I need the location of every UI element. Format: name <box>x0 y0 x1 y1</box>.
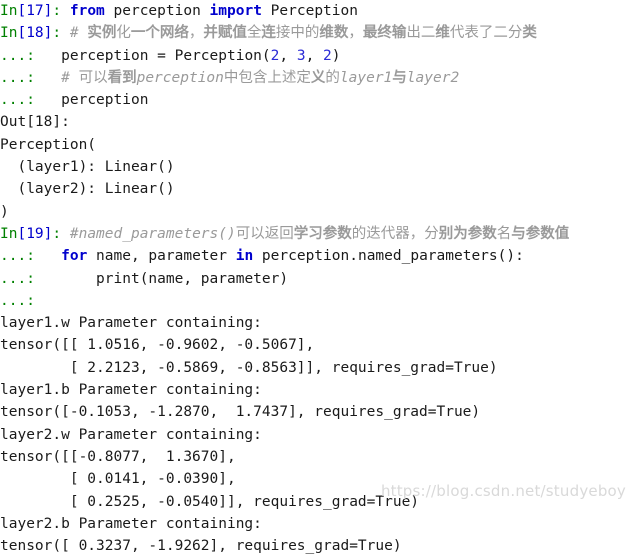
stdout-line-2: [ 2.2123, -0.5869, -0.8563]], requires_g… <box>0 359 498 376</box>
stdout-line-0: layer1.w Parameter containing: <box>0 315 262 332</box>
out18-line-3: ) <box>0 203 9 220</box>
out18-line-1: (layer1): Linear() <box>0 159 175 176</box>
keyword-for: for <box>61 248 88 265</box>
out18-line-0: Perception( <box>0 136 97 153</box>
print-statement: print(name, parameter) <box>61 270 289 287</box>
arg-sep-1: , <box>279 47 297 64</box>
prompt-continuation-4: ...: <box>0 248 35 265</box>
prompt-in-19-number: [19] <box>17 225 53 242</box>
cell-line-in17-code: In[17]: from perception import Perceptio… <box>0 0 628 22</box>
stdout-line-10: tensor([ 0.3237, -1.9262], requires_grad… <box>0 538 402 555</box>
out18-line-2: (layer2): Linear() <box>0 181 175 198</box>
module-name-perception: perception <box>104 3 210 19</box>
cell-line-in19-comment: In[19]: #named_parameters()可以返回学习参数的迭代器，… <box>0 223 628 245</box>
stdout-line-3: layer1.b Parameter containing: <box>0 382 262 399</box>
comment-contains-layers: # 可以看到perception中包含上述定义的layer1与layer2 <box>61 69 460 86</box>
arg-sep-2: , <box>305 47 324 64</box>
prompt-in-18-colon: : <box>52 25 62 42</box>
prompt-continuation-2: ...: <box>0 69 35 86</box>
stdout-line-6: tensor([[-0.8077, 1.3670], <box>0 448 236 465</box>
cell-line-in18-comment2: ...: # 可以看到perception中包含上述定义的layer1与laye… <box>0 67 628 89</box>
prompt-in-19-colon: : <box>52 225 62 242</box>
arg-hidden-dim: 3 <box>296 47 306 64</box>
prompt-in-17-colon: : <box>52 3 62 19</box>
keyword-import: import <box>209 3 262 19</box>
cell-line-in18-comment1: In[18]: # 实例化一个网络，并赋值全连接中的维数，最终输出二维代表了二分… <box>0 22 628 44</box>
stdout-line-7: [ 0.0141, -0.0390], <box>0 471 236 488</box>
class-name-perception: Perception <box>261 3 358 19</box>
keyword-in: in <box>235 248 254 265</box>
stdout-line-5: layer2.w Parameter containing: <box>0 426 262 443</box>
prompt-continuation-6: ...: <box>0 292 35 309</box>
prompt-in-18: In <box>0 25 18 42</box>
stdout-line-8: [ 0.2525, -0.0540]], requires_grad=True) <box>0 493 420 510</box>
for-iterable: perception.named_parameters(): <box>253 248 524 265</box>
prompt-in-17: In <box>0 3 18 19</box>
assignment-prefix: perception = Perception( <box>61 47 271 64</box>
comment-instantiate-network: # 实例化一个网络，并赋值全连接中的维数，最终输出二维代表了二分类 <box>69 25 537 42</box>
for-targets: name, parameter <box>87 248 236 265</box>
stdout-line-1: tensor([[ 1.0516, -0.9602, -0.5067], <box>0 337 315 354</box>
prompt-in-18-number: [18] <box>17 25 53 42</box>
expr-perception: perception <box>61 92 149 109</box>
cell-line-in19-blank: ...: <box>0 290 628 312</box>
assignment-suffix: ) <box>331 47 341 64</box>
prompt-continuation-3: ...: <box>0 92 35 109</box>
cell-line-out18-prompt: Out[18]: <box>0 111 628 133</box>
ipython-console[interactable]: In[17]: from perception import Perceptio… <box>0 0 628 554</box>
prompt-in-17-number: [17] <box>17 3 53 19</box>
stdout-line-4: tensor([-0.1053, -1.2870, 1.7437], requi… <box>0 404 481 421</box>
prompt-in-19: In <box>0 225 18 242</box>
prompt-continuation-1: ...: <box>0 47 35 64</box>
keyword-from: from <box>69 3 105 19</box>
comment-named-parameters: #named_parameters()可以返回学习参数的迭代器，分别为参数名与参… <box>69 225 570 242</box>
cell-line-in18-assign: ...: perception = Perception(2, 3, 2) <box>0 45 628 67</box>
cell-line-in19-print: ...: print(name, parameter) <box>0 268 628 290</box>
prompt-continuation-5: ...: <box>0 270 35 287</box>
cell-line-in18-eval: ...: perception <box>0 89 628 111</box>
arg-output-dim: 2 <box>323 47 332 64</box>
cell-line-in19-for: ...: for name, parameter in perception.n… <box>0 245 628 267</box>
prompt-out-18: Out[18]: <box>0 114 70 131</box>
